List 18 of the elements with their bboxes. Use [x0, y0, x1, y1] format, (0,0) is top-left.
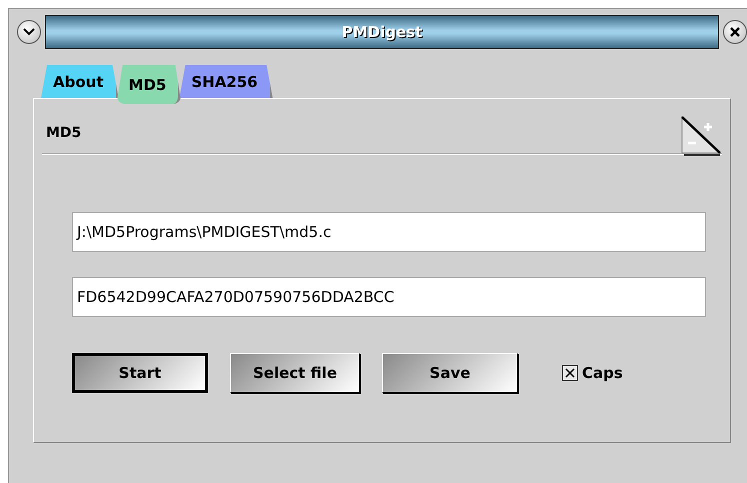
page-heading: MD5 [45, 125, 82, 143]
page-turn-icon[interactable] [680, 115, 722, 157]
push-button[interactable]: Select file [230, 353, 360, 393]
tab[interactable]: MD5 [116, 65, 182, 104]
push-button[interactable]: Start [72, 353, 208, 393]
checkbox[interactable] [562, 365, 578, 381]
tab[interactable]: SHA256 [179, 65, 273, 98]
checkbox-label: Caps [582, 364, 623, 382]
push-button[interactable]: Save [382, 353, 518, 393]
chevron-down-icon [22, 27, 36, 37]
menu-button[interactable] [17, 20, 41, 44]
tab[interactable]: About [41, 65, 119, 98]
input-field[interactable]: J:\MD5Programs\PMDIGEST\md5.c [72, 212, 706, 252]
close-button[interactable] [723, 20, 747, 44]
check-x-icon [564, 367, 576, 379]
close-icon [729, 26, 741, 38]
window-title: PMDigest [45, 15, 719, 49]
input-field[interactable]: FD6542D99CAFA270D07590756DDA2BCC [72, 277, 706, 317]
